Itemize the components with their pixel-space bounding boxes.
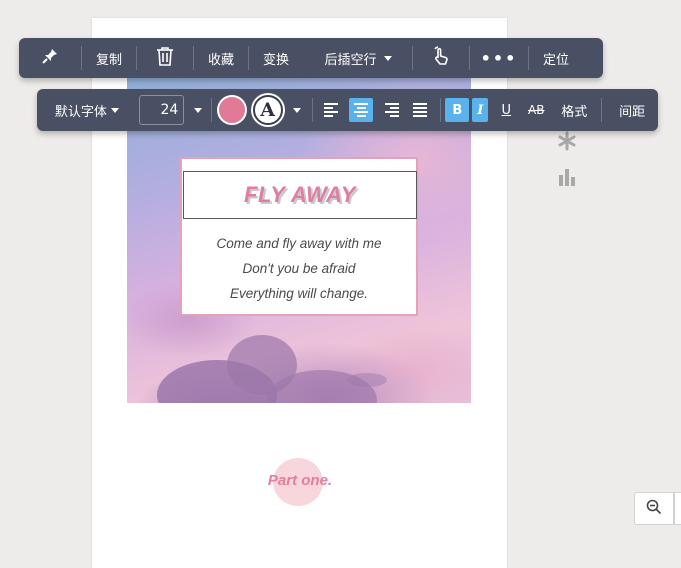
insert-blank-line-dropdown[interactable]: 后插空行 [304, 38, 412, 78]
underline-icon: U [501, 102, 512, 118]
divider [210, 98, 212, 122]
font-size-wrapper: 24 [137, 89, 187, 131]
pin-button[interactable] [19, 38, 81, 78]
zoom-in-button[interactable] [674, 492, 681, 525]
card-title: FLY AWAY [244, 182, 356, 207]
text-color-swatch [216, 95, 247, 125]
bold-icon: B [445, 98, 470, 122]
spacing-button[interactable]: 间距 [606, 89, 658, 131]
underline-button[interactable]: U [491, 89, 521, 131]
divider [601, 98, 603, 122]
align-center-button[interactable] [347, 89, 377, 131]
collect-button[interactable]: 收藏 [194, 38, 248, 78]
text-background-button[interactable]: A [250, 89, 286, 131]
chevron-down-icon [383, 55, 392, 61]
font-family-select[interactable]: 默认字体 [37, 89, 137, 131]
bold-button[interactable]: B [445, 89, 470, 131]
part-heading[interactable]: Part one. [250, 472, 350, 489]
align-right-icon [379, 98, 403, 122]
italic-icon: I [472, 98, 489, 122]
text-card[interactable]: FLY AWAY Come and fly away with me Don't… [180, 157, 418, 316]
align-right-button[interactable] [376, 89, 406, 131]
text-style-dropdown[interactable] [286, 89, 308, 131]
font-size-dropdown[interactable] [187, 89, 209, 131]
strikethrough-icon: AB [528, 103, 545, 117]
copy-button[interactable]: 复制 [82, 38, 136, 78]
font-size-input[interactable]: 24 [139, 95, 185, 125]
text-style-a-icon: A [252, 95, 283, 125]
pin-icon [41, 47, 59, 69]
delete-button[interactable] [137, 38, 193, 78]
strikethrough-button[interactable]: AB [521, 89, 551, 131]
zoom-out-button[interactable] [634, 492, 674, 525]
zoom-out-icon [646, 499, 662, 519]
transform-button[interactable]: 变换 [249, 38, 303, 78]
align-justify-button[interactable] [406, 89, 436, 131]
lyrics-block[interactable]: Come and fly away with me Don't you be a… [182, 231, 416, 306]
snowflake-icon[interactable] [556, 130, 578, 152]
chevron-down-icon [292, 107, 301, 113]
locate-button[interactable]: 定位 [529, 38, 583, 78]
pointer-hand-icon [431, 46, 451, 70]
format-button[interactable]: 格式 [551, 89, 597, 131]
chevron-down-icon [193, 107, 202, 113]
pointer-mode-button[interactable] [413, 38, 469, 78]
align-justify-icon [409, 98, 433, 122]
text-color-button[interactable] [214, 89, 250, 131]
title-box[interactable]: FLY AWAY [183, 171, 417, 219]
lyric-line: Come and fly away with me [216, 236, 382, 251]
trash-icon [156, 46, 174, 70]
chevron-down-icon [110, 107, 119, 113]
lyric-line: Don't you be afraid [242, 261, 356, 276]
italic-button[interactable]: I [469, 89, 491, 131]
more-button[interactable]: ••• [470, 38, 528, 78]
divider [440, 98, 442, 122]
align-center-icon [349, 98, 374, 122]
insert-blank-line-label: 后插空行 [324, 52, 377, 68]
format-toolbar: 默认字体 24 A B I U AB 格式 间距 [37, 89, 658, 131]
lyric-line: Everything will change. [229, 286, 369, 301]
action-toolbar: 复制 收藏 变换 后插空行 ••• 定位 [19, 38, 603, 78]
align-left-button[interactable] [317, 89, 347, 131]
bar-chart-icon[interactable] [556, 165, 578, 187]
align-left-icon [320, 98, 344, 122]
font-family-value: 默认字体 [54, 104, 107, 120]
divider [311, 98, 313, 122]
